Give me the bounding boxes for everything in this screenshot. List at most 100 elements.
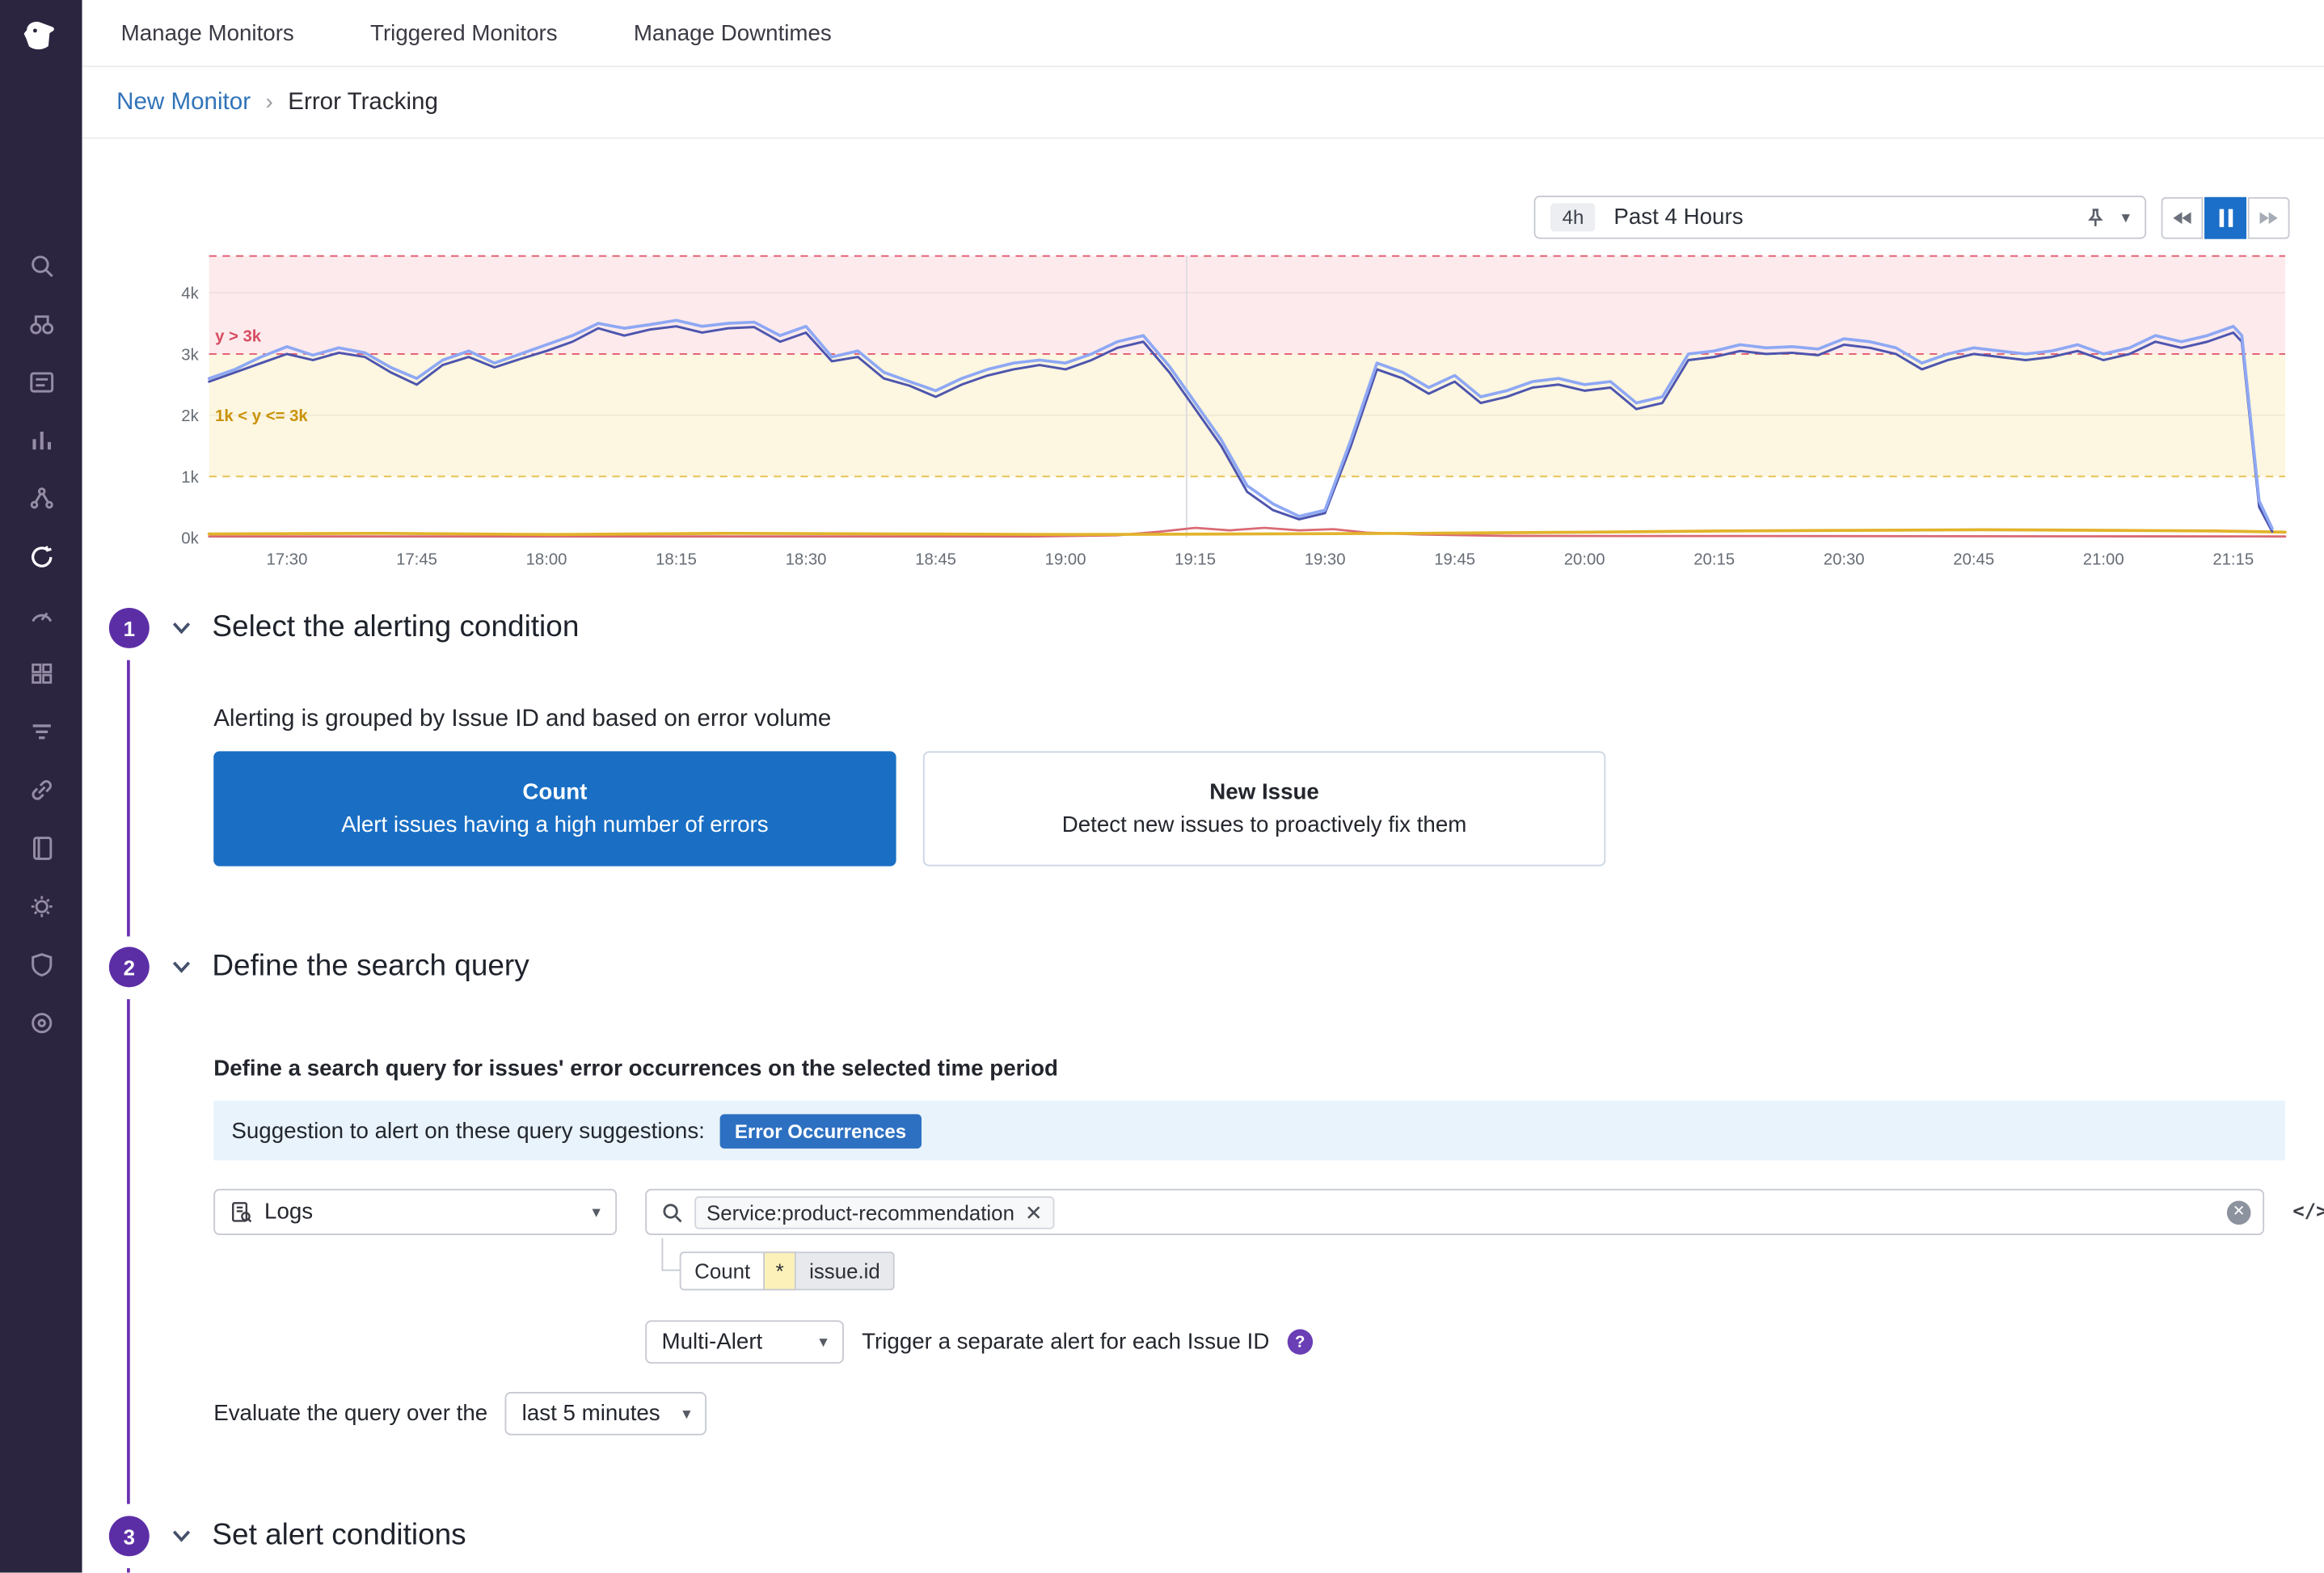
alert-grouping-hint: Trigger a separate alert for each Issue … <box>862 1329 1269 1354</box>
svg-text:20:45: 20:45 <box>1953 550 1994 568</box>
notebook-icon[interactable] <box>26 833 56 863</box>
remove-token-icon[interactable]: ✕ <box>1025 1201 1043 1222</box>
svg-text:17:45: 17:45 <box>396 550 437 568</box>
breadcrumb-separator: › <box>266 90 273 115</box>
svg-text:1k < y <= 3k: 1k < y <= 3k <box>215 407 308 425</box>
collapse-chevron-icon[interactable] <box>171 1529 191 1543</box>
source-select[interactable]: Logs ▾ <box>213 1189 617 1235</box>
svg-text:21:00: 21:00 <box>2083 550 2124 568</box>
pipelines-filter-icon[interactable] <box>26 717 56 747</box>
alert-condition-cards: Count Alert issues having a high number … <box>213 751 1605 866</box>
chevron-down-icon[interactable]: ▾ <box>2122 208 2130 227</box>
chart-canvas[interactable]: y > 3k1k < y <= 3k4k3k2k1k0k17:3017:4518… <box>150 247 2301 583</box>
chevron-down-icon: ▾ <box>819 1332 827 1352</box>
svg-text:y > 3k: y > 3k <box>215 328 262 346</box>
alerting-grouped-description: Alerting is grouped by Issue ID and base… <box>213 706 831 733</box>
time-controls: 4h Past 4 Hours ▾ <box>1534 196 2290 239</box>
evaluation-window-value: last 5 minutes <box>522 1401 683 1426</box>
evaluate-label: Evaluate the query over the <box>213 1401 487 1426</box>
step-1-header: Select the alerting condition <box>171 608 579 648</box>
svg-text:18:45: 18:45 <box>915 550 956 568</box>
app-window: Manage Monitors Triggered Monitors Manag… <box>0 0 2324 1573</box>
nav-triggered-monitors[interactable]: Triggered Monitors <box>370 20 558 45</box>
error-occurrences-pill-button[interactable]: Error Occurrences <box>719 1113 921 1147</box>
security-shield-icon[interactable] <box>26 950 56 980</box>
time-range-short-badge: 4h <box>1550 203 1596 231</box>
query-token-text: Service:product-recommendation <box>706 1200 1014 1225</box>
clear-search-icon[interactable]: ✕ <box>2227 1200 2251 1225</box>
time-range-select[interactable]: 4h Past 4 Hours ▾ <box>1534 196 2147 239</box>
query-token-service[interactable]: Service:product-recommendation ✕ <box>694 1196 1054 1229</box>
chevron-down-icon: ▾ <box>682 1404 690 1423</box>
top-nav: Manage Monitors Triggered Monitors Manag… <box>82 0 2324 67</box>
metric-chip[interactable]: * <box>766 1251 796 1290</box>
svg-text:0k: 0k <box>181 530 199 548</box>
query-row: Logs ▾ Service:product-recommendation ✕ … <box>213 1189 2324 1235</box>
evaluation-window-select[interactable]: last 5 minutes ▾ <box>505 1392 706 1436</box>
step-3-title: Set alert conditions <box>212 1519 466 1553</box>
breadcrumb: New Monitor › Error Tracking <box>82 67 2324 139</box>
apm-gauge-icon[interactable] <box>26 601 56 630</box>
pin-icon[interactable] <box>2086 207 2107 228</box>
main-content: 4h Past 4 Hours ▾ y > 3k 1 <box>82 139 2324 1573</box>
step-connector-line <box>127 999 130 1504</box>
search-query-input[interactable]: Service:product-recommendation ✕ ✕ <box>645 1189 2264 1235</box>
forward-button[interactable] <box>2248 196 2290 238</box>
step-2-title: Define the search query <box>212 950 529 984</box>
count-card[interactable]: Count Alert issues having a high number … <box>213 751 896 866</box>
svg-text:20:30: 20:30 <box>1824 550 1865 568</box>
svg-text:20:15: 20:15 <box>1693 550 1735 568</box>
code-view-toggle[interactable]: </> <box>2292 1201 2324 1224</box>
svg-text:20:00: 20:00 <box>1564 550 1605 568</box>
svg-text:17:30: 17:30 <box>267 550 308 568</box>
nav-manage-downtimes[interactable]: Manage Downtimes <box>634 20 832 45</box>
svg-text:19:45: 19:45 <box>1434 550 1475 568</box>
new-issue-card-title: New Issue <box>1209 779 1319 804</box>
aggregation-chip[interactable]: Count <box>680 1251 766 1290</box>
step-1-title: Select the alerting condition <box>212 611 579 645</box>
suggestion-bar: Suggestion to alert on these query sugge… <box>213 1101 2285 1161</box>
watchdog-icon[interactable] <box>26 542 56 572</box>
target-icon[interactable] <box>26 1008 56 1038</box>
step-3-badge: 3 <box>109 1516 150 1556</box>
network-map-icon[interactable] <box>26 484 56 514</box>
logs-icon <box>230 1201 253 1224</box>
collapse-chevron-icon[interactable] <box>171 622 191 635</box>
sidebar-nav <box>0 251 82 1038</box>
svg-text:18:30: 18:30 <box>786 550 827 568</box>
search-icon[interactable] <box>26 251 56 280</box>
count-card-subtitle: Alert issues having a high number of err… <box>341 812 768 837</box>
svg-text:4k: 4k <box>181 285 199 303</box>
svg-text:19:15: 19:15 <box>1175 550 1216 568</box>
pause-button[interactable] <box>2204 196 2246 238</box>
binoculars-icon[interactable] <box>26 309 56 339</box>
chevron-down-icon: ▾ <box>593 1202 601 1221</box>
count-card-title: Count <box>522 779 587 804</box>
events-feed-icon[interactable] <box>26 368 56 398</box>
help-icon[interactable]: ? <box>1288 1329 1313 1354</box>
breadcrumb-new-monitor-link[interactable]: New Monitor <box>116 89 251 116</box>
error-volume-chart[interactable]: y > 3k1k < y <= 3k4k3k2k1k0k17:3017:4518… <box>150 247 2301 583</box>
integrations-blocks-icon[interactable] <box>26 659 56 689</box>
collapse-chevron-icon[interactable] <box>171 960 191 974</box>
settings-sun-icon[interactable] <box>26 892 56 921</box>
time-range-label: Past 4 Hours <box>1613 205 2086 230</box>
nav-manage-monitors[interactable]: Manage Monitors <box>121 20 294 45</box>
rewind-button[interactable] <box>2162 196 2204 238</box>
search-query-label: Define a search query for issues' error … <box>213 1056 1058 1081</box>
step-1-badge: 1 <box>109 608 150 648</box>
datadog-logo[interactable] <box>0 6 82 71</box>
metrics-chart-icon[interactable] <box>26 426 56 456</box>
step-2-badge: 2 <box>109 947 150 987</box>
step-3-header: Set alert conditions <box>171 1516 466 1556</box>
svg-text:1k: 1k <box>181 469 199 487</box>
group-by-connector <box>662 1238 681 1271</box>
search-icon <box>662 1201 683 1222</box>
svg-text:18:15: 18:15 <box>656 550 697 568</box>
svg-text:18:00: 18:00 <box>526 550 567 568</box>
link-icon[interactable] <box>26 775 56 805</box>
alert-grouping-select[interactable]: Multi-Alert ▾ <box>645 1320 844 1364</box>
new-issue-card[interactable]: New Issue Detect new issues to proactive… <box>923 751 1605 866</box>
svg-text:19:00: 19:00 <box>1045 550 1086 568</box>
group-by-field-chip[interactable]: issue.id <box>795 1251 895 1290</box>
